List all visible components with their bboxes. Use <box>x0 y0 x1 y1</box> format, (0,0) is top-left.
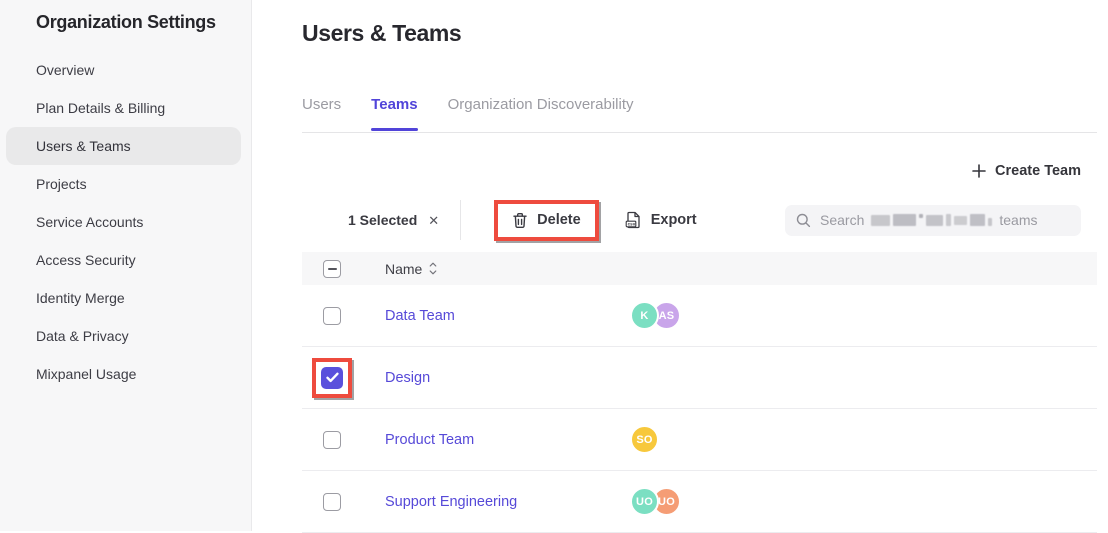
sidebar-item-service-accounts[interactable]: Service Accounts <box>6 203 241 241</box>
tab-teams[interactable]: Teams <box>371 90 417 132</box>
row-checkbox-product-team[interactable] <box>323 431 341 449</box>
row-checkbox-support-engineering[interactable] <box>323 493 341 511</box>
table-row-product-team: Product Team SO <box>302 409 1097 471</box>
create-team-button[interactable]: Create Team <box>972 163 1081 179</box>
team-name-link[interactable]: Design <box>385 370 630 386</box>
sort-icon[interactable] <box>429 262 437 275</box>
sidebar-item-users-teams[interactable]: Users & Teams <box>6 127 241 165</box>
teams-table: Name Data Team K AS <box>302 252 1097 533</box>
member-avatars: UO UO <box>630 487 681 516</box>
delete-label: Delete <box>537 212 581 228</box>
search-input[interactable]: Search teams <box>785 205 1081 236</box>
annotation-box-delete: Delete <box>494 200 599 241</box>
csv-file-icon: csv <box>625 211 642 229</box>
trash-icon <box>512 212 528 229</box>
table-row-support-engineering: Support Engineering UO UO <box>302 471 1097 533</box>
annotation-box-checkbox <box>312 358 352 398</box>
select-all-checkbox[interactable] <box>323 260 341 278</box>
selection-status: 1 Selected ✕ <box>348 212 441 229</box>
redacted-text <box>871 214 992 226</box>
avatar: SO <box>630 425 659 454</box>
indeterminate-dash <box>328 268 337 270</box>
tab-organization-discoverability[interactable]: Organization Discoverability <box>448 90 634 132</box>
delete-button[interactable]: Delete <box>498 204 595 237</box>
row-checkbox-data-team[interactable] <box>323 307 341 325</box>
search-icon <box>796 213 811 228</box>
sidebar-item-projects[interactable]: Projects <box>6 165 241 203</box>
bulk-actions-toolbar: 1 Selected ✕ Delete <box>302 199 1081 241</box>
main-content: Users & Teams Users Teams Organization D… <box>252 0 1108 531</box>
toolbar-divider <box>460 200 461 240</box>
team-name-link[interactable]: Data Team <box>385 308 630 324</box>
avatar: UO <box>630 487 659 516</box>
member-avatars: K AS <box>630 301 681 330</box>
sidebar-item-mixpanel-usage[interactable]: Mixpanel Usage <box>6 355 241 393</box>
avatar: K <box>630 301 659 330</box>
search-placeholder: Search teams <box>820 212 1037 228</box>
tab-bar: Users Teams Organization Discoverability <box>302 90 1097 133</box>
create-team-label: Create Team <box>995 163 1081 179</box>
sidebar-nav: Overview Plan Details & Billing Users & … <box>0 51 251 393</box>
export-button[interactable]: csv Export <box>625 211 697 229</box>
clear-selection-icon[interactable]: ✕ <box>426 212 441 229</box>
name-column-header[interactable]: Name <box>385 261 437 277</box>
row-checkbox-design[interactable] <box>321 367 343 389</box>
selected-count-label: 1 Selected <box>348 212 417 228</box>
export-label: Export <box>651 212 697 228</box>
organization-settings-page: Organization Settings Overview Plan Deta… <box>0 0 1108 531</box>
sidebar-title: Organization Settings <box>0 10 251 34</box>
page-title: Users & Teams <box>302 20 461 47</box>
sidebar-item-overview[interactable]: Overview <box>6 51 241 89</box>
team-name-link[interactable]: Support Engineering <box>385 494 630 510</box>
plus-icon <box>972 164 986 178</box>
svg-text:csv: csv <box>627 222 635 227</box>
tab-users[interactable]: Users <box>302 90 341 132</box>
team-name-link[interactable]: Product Team <box>385 432 630 448</box>
table-row-design: Design <box>302 347 1097 409</box>
sidebar: Organization Settings Overview Plan Deta… <box>0 0 252 531</box>
table-row-data-team: Data Team K AS <box>302 285 1097 347</box>
member-avatars: SO <box>630 425 659 454</box>
sidebar-item-access-security[interactable]: Access Security <box>6 241 241 279</box>
sidebar-item-plan-details-billing[interactable]: Plan Details & Billing <box>6 89 241 127</box>
sidebar-item-data-privacy[interactable]: Data & Privacy <box>6 317 241 355</box>
sidebar-item-identity-merge[interactable]: Identity Merge <box>6 279 241 317</box>
table-header-row: Name <box>302 252 1097 285</box>
